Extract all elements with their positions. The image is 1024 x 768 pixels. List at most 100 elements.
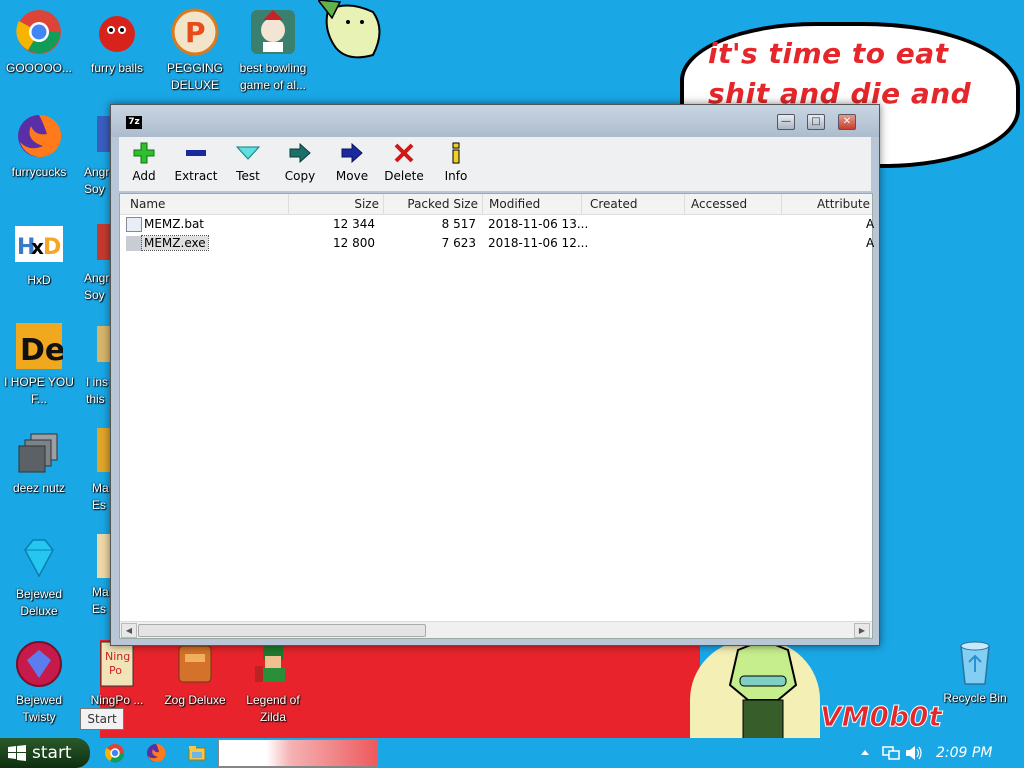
gem-icon [15, 640, 63, 688]
recycle-bin-icon [951, 638, 999, 686]
taskbar-firefox-icon[interactable] [146, 743, 166, 763]
scroll-left-icon[interactable]: ◀ [121, 623, 137, 638]
diamond-icon [15, 534, 63, 582]
file-attributes: A [866, 236, 875, 250]
file-name: MEMZ.bat [144, 217, 204, 231]
file-packed-size: 8 517 [441, 217, 476, 231]
desktop-icon-label: best bowling game of al... [239, 61, 307, 92]
svg-text:Ning: Ning [105, 650, 130, 663]
toolbar: Add Extract Test Copy Move Delete Info [119, 137, 871, 191]
start-tooltip: Start [80, 708, 124, 730]
taskbar-7zip-window-button[interactable] [218, 739, 378, 767]
column-name[interactable]: Name [120, 194, 289, 214]
column-size[interactable]: Size [289, 194, 384, 214]
horizontal-scrollbar[interactable]: ◀ ▶ [120, 621, 872, 638]
batch-file-icon [126, 217, 142, 232]
svg-text:P: P [185, 16, 206, 49]
ningpo-icon: Ning Po [93, 640, 141, 688]
volume-icon[interactable] [905, 745, 923, 761]
character-top-icon [318, 0, 381, 59]
plus-icon [119, 141, 169, 165]
file-attributes: A [866, 217, 875, 231]
partial-label-i-ins: I ins this [86, 375, 109, 406]
svg-text:D: D [43, 235, 61, 260]
column-packed-size[interactable]: Packed Size [384, 194, 483, 214]
file-size: 12 344 [333, 217, 375, 231]
desktop-icon-furry-balls[interactable]: furry balls [79, 8, 155, 77]
column-created[interactable]: Created [582, 194, 685, 214]
desktop-icon-label: NingPo ... [90, 693, 144, 707]
desktop-icon-label: Bejewed Deluxe [15, 587, 63, 618]
test-button[interactable]: Test [223, 141, 273, 183]
delete-button[interactable]: Delete [379, 141, 429, 183]
desktop-icon-ningpo[interactable]: Ning Po NingPo ... [79, 640, 155, 709]
maximize-button[interactable]: □ [807, 114, 825, 130]
start-button[interactable]: start [0, 738, 90, 768]
desktop-icon-furrycucks[interactable]: furrycucks [1, 112, 77, 181]
character-peridot-icon [728, 640, 798, 740]
scrollbar-thumb[interactable] [138, 624, 426, 637]
delete-x-icon [379, 141, 429, 165]
hxd-icon: HxD [15, 220, 63, 268]
minimize-button[interactable]: — [777, 114, 795, 130]
add-button[interactable]: Add [119, 141, 169, 183]
desktop-icon-chrome[interactable]: GOOOOO... [1, 8, 77, 77]
file-modified: 2018-11-06 13... [488, 217, 589, 231]
desktop-icon-label: furry balls [90, 61, 143, 75]
desktop-icon-label: Legend of Zilda [246, 693, 300, 724]
taskbar-clock[interactable]: 2:09 PM [936, 738, 992, 768]
info-button[interactable]: Info [431, 141, 481, 183]
minus-icon [171, 141, 221, 165]
de-icon: De [15, 322, 63, 370]
desktop-icon-legend-of-zilda[interactable]: Legend of Zilda [235, 640, 311, 726]
show-hidden-icons-icon[interactable] [860, 748, 870, 758]
desktop-icon-bejewed-twisty[interactable]: Bejewed Twisty [1, 640, 77, 726]
7zip-window[interactable]: 7z — □ ✕ Add Extract Test Copy Move Dele… [110, 104, 880, 646]
extract-button[interactable]: Extract [171, 141, 221, 183]
svg-text:Po: Po [109, 664, 122, 677]
peggle-icon: P [171, 8, 219, 56]
desktop-icon-label: Recycle Bin [943, 691, 1007, 705]
desktop-icon-label: GOOOOO... [5, 61, 72, 75]
desktop-icon-recycle-bin[interactable]: Recycle Bin [937, 638, 1013, 707]
red-ball-icon [93, 8, 141, 56]
file-packed-size: 7 623 [441, 236, 476, 250]
desktop-icon-hxd[interactable]: HxD HxD [1, 220, 77, 289]
taskbar: start 2:09 PM [0, 738, 1024, 768]
desktop-icon-deez-nutz[interactable]: deez nutz [1, 428, 77, 497]
column-attributes[interactable]: Attribute [780, 194, 870, 214]
column-modified[interactable]: Modified [483, 194, 582, 214]
scroll-right-icon[interactable]: ▶ [854, 623, 870, 638]
column-accessed[interactable]: Accessed [683, 194, 782, 214]
svg-text:De: De [20, 333, 63, 368]
move-button[interactable]: Move [327, 141, 377, 183]
exe-file-icon [126, 236, 142, 251]
network-icon[interactable] [882, 745, 900, 761]
desktop-icon-label: I HOPE YOU F... [4, 375, 74, 406]
file-list[interactable]: Name Size Packed Size Modified Created A… [119, 193, 875, 639]
file-size: 12 800 [333, 236, 375, 250]
desktop-icon-bowling[interactable]: best bowling game of al... [235, 8, 311, 94]
copy-button[interactable]: Copy [275, 141, 325, 183]
desktop-icon-label: deez nutz [12, 481, 66, 495]
desktop-icon-label: PEGGING DELUXE [166, 61, 223, 92]
file-name: MEMZ.exe [141, 235, 209, 251]
taskbar-chrome-icon[interactable] [105, 743, 125, 763]
desktop-icon-label: Zog Deluxe [164, 693, 226, 707]
windows-logo-icon [8, 745, 26, 761]
wallpaper-signature: VM0b0t [820, 700, 943, 734]
bowling-icon [249, 8, 297, 56]
copy-arrow-icon [275, 141, 325, 165]
desktop-icon-label: furrycucks [11, 165, 67, 179]
7zip-app-icon: 7z [126, 116, 142, 129]
desktop-icon-i-hope[interactable]: De I HOPE YOU F... [1, 322, 77, 408]
desktop-icon-zog-deluxe[interactable]: Zog Deluxe [157, 640, 233, 709]
desktop-icon-bejewed-deluxe[interactable]: Bejewed Deluxe [1, 534, 77, 620]
close-button[interactable]: ✕ [838, 114, 856, 130]
window-titlebar[interactable]: 7z — □ ✕ [111, 105, 879, 137]
taskbar-explorer-icon[interactable] [187, 743, 207, 763]
file-row[interactable]: MEMZ.exe 12 800 7 623 2018-11-06 12... A [120, 234, 875, 252]
desktop-icon-pegging[interactable]: P PEGGING DELUXE [157, 8, 233, 94]
file-row[interactable]: MEMZ.bat 12 344 8 517 2018-11-06 13... A [120, 215, 875, 233]
chrome-icon [15, 8, 63, 56]
